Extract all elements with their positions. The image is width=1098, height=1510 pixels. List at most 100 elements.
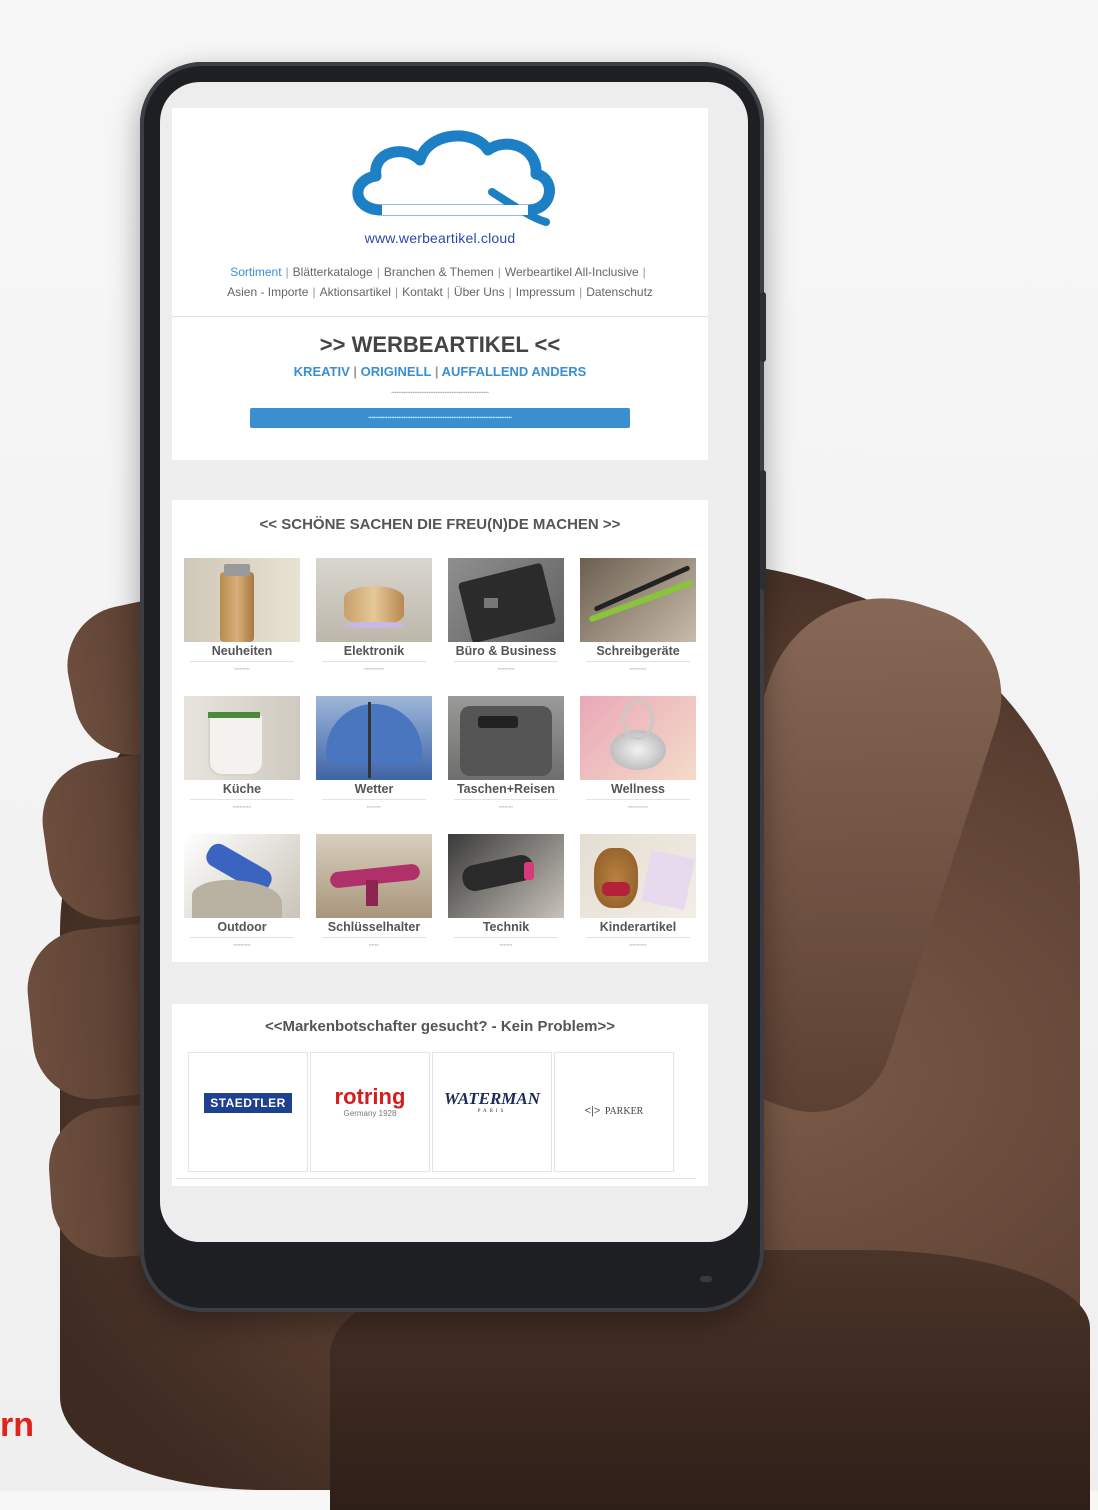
nav-item-sortiment[interactable]: Sortiment (230, 265, 281, 279)
nav-item-ueber-uns[interactable]: Über Uns (454, 285, 505, 299)
nav-item-impressum[interactable]: Impressum (516, 285, 575, 299)
category-image (316, 834, 432, 918)
brands-card: <<Markenbotschafter gesucht? - Kein Prob… (172, 1004, 708, 1186)
category-label: Technik (482, 920, 530, 934)
brand-waterman[interactable]: WATERMAN PARIS (432, 1052, 552, 1172)
divider (454, 799, 558, 800)
categories-card: << SCHÖNE SACHEN DIE FREU(N)DE MACHEN >>… (172, 500, 708, 962)
nav-row: Sortiment | Blätterkataloge | Branchen & The… (230, 265, 646, 279)
category-caption: ▪▪▪▪▪▪▪▪▪▪▪▪ (629, 942, 647, 947)
category-tile-outdoor[interactable]: Outdoor ▪▪▪▪▪▪▪▪▪▪▪▪ (184, 834, 300, 962)
divider (586, 661, 690, 662)
divider (322, 799, 426, 800)
hero-fineprint: ▪▪▪▪▪▪▪▪▪▪▪▪▪▪▪▪▪▪▪▪▪▪▪▪▪▪▪▪▪▪▪▪▪▪▪▪▪▪▪▪… (391, 390, 489, 396)
brand-logo: STAEDTLER (189, 1093, 307, 1113)
parker-arrow-icon: <|> (584, 1105, 601, 1117)
brand-sub: PARIS (477, 1109, 507, 1114)
category-tile-taschen-reisen[interactable]: Taschen+Reisen ▪▪▪▪▪▪▪▪▪▪ (448, 696, 564, 824)
divider (454, 937, 558, 938)
nav-row: Asien - Importe | Aktionsartikel | Kontakt | Ü… (227, 285, 653, 299)
nav-item-branchen[interactable]: Branchen & Themen (384, 265, 494, 279)
categories-title: << SCHÖNE SACHEN DIE FREU(N)DE MACHEN >> (259, 516, 621, 533)
category-tile-elektronik[interactable]: Elektronik ▪▪▪▪▪▪▪▪▪▪▪▪▪▪ (316, 558, 432, 686)
hero-title: >> WERBEARTIKEL << (319, 332, 561, 357)
divider (190, 661, 294, 662)
category-tile-wetter[interactable]: Wetter ▪▪▪▪▪▪▪▪▪▪ (316, 696, 432, 824)
category-tile-schluesselhalter[interactable]: Schlüsselhalter ▪▪▪▪▪▪▪ (316, 834, 432, 962)
category-label: Küche (222, 782, 262, 796)
divider (190, 937, 294, 938)
brand-name: WATERMAN (443, 1089, 541, 1108)
category-label: Outdoor (217, 920, 267, 934)
category-caption: ▪▪▪▪▪▪▪▪▪▪▪▪ (497, 666, 515, 671)
brand-name: STAEDTLER (204, 1093, 292, 1113)
category-caption: ▪▪▪▪▪▪▪▪▪▪▪▪ (233, 942, 251, 947)
category-label: Schreibgeräte (596, 644, 680, 658)
brand-name: rotring (334, 1084, 406, 1109)
category-caption: ▪▪▪▪▪▪▪▪▪▪▪▪▪▪ (628, 804, 648, 809)
phone-screen: www.werbeartikel.cloud Sortiment | Blätter… (160, 82, 748, 1242)
brands-title: <<Markenbotschafter gesucht? - Kein Prob… (264, 1018, 616, 1035)
hero-sub-originell: ORIGINELL (360, 364, 432, 379)
divider (322, 661, 426, 662)
brand-logo: rotring Germany 1928 (311, 1084, 429, 1119)
category-label: Büro & Business (455, 644, 557, 658)
brand-rotring[interactable]: rotring Germany 1928 (310, 1052, 430, 1172)
category-tile-kinderartikel[interactable]: Kinderartikel ▪▪▪▪▪▪▪▪▪▪▪▪ (580, 834, 696, 962)
brand-parker[interactable]: <|> PARKER (554, 1052, 674, 1172)
header-card: www.werbeartikel.cloud Sortiment | Blätter… (172, 108, 708, 460)
category-tile-buero-business[interactable]: Büro & Business ▪▪▪▪▪▪▪▪▪▪▪▪ (448, 558, 564, 686)
phone-side-button (760, 470, 766, 590)
category-image (580, 834, 696, 918)
hero-sub-anders: AUFFALLEND ANDERS (441, 364, 587, 379)
nav-item-aktionsartikel[interactable]: Aktionsartikel (320, 285, 391, 299)
nav-item-datenschutz[interactable]: Datenschutz (586, 285, 653, 299)
category-caption: ▪▪▪▪▪▪▪▪▪▪ (366, 804, 382, 809)
category-image (184, 696, 300, 780)
category-label: Neuheiten (211, 644, 273, 658)
category-image (580, 696, 696, 780)
divider (172, 316, 708, 317)
category-tile-kueche[interactable]: Küche ▪▪▪▪▪▪▪▪▪▪▪▪▪ (184, 696, 300, 824)
logo-url-text[interactable]: www.werbeartikel.cloud (172, 230, 708, 246)
corner-red-text: rn (0, 1406, 34, 1444)
category-caption: ▪▪▪▪▪▪▪▪▪ (499, 942, 513, 947)
category-image (448, 834, 564, 918)
phone-speaker (700, 1276, 712, 1282)
category-caption: ▪▪▪▪▪▪▪▪▪▪▪▪▪ (232, 804, 252, 809)
divider (190, 799, 294, 800)
divider (586, 937, 690, 938)
category-tile-technik[interactable]: Technik ▪▪▪▪▪▪▪▪▪ (448, 834, 564, 962)
brand-logo: <|> PARKER (555, 1101, 673, 1119)
brand-logo: WATERMAN PARIS (433, 1089, 551, 1114)
hero-sub-kreativ: KREATIV (293, 364, 350, 379)
nav-item-blaetterkataloge[interactable]: Blätterkataloge (293, 265, 373, 279)
nav-item-kontakt[interactable]: Kontakt (402, 285, 443, 299)
category-caption: ▪▪▪▪▪▪▪▪▪▪▪▪ (629, 666, 647, 671)
brand-row: STAEDTLER rotring Germany 1928 WATERMAN … (188, 1052, 676, 1172)
nav-item-all-inclusive[interactable]: Werbeartikel All-Inclusive (505, 265, 639, 279)
phone-side-button (760, 292, 766, 362)
hero-subtitle: KREATIV | ORIGINELL | AUFFALLEND ANDERS (172, 364, 708, 379)
hero-sep: | (434, 364, 439, 379)
brand-staedtler[interactable]: STAEDTLER (188, 1052, 308, 1172)
cloud-logo-icon[interactable] (342, 122, 562, 232)
category-tile-neuheiten[interactable]: Neuheiten ▪▪▪▪▪▪▪▪▪▪▪ (184, 558, 300, 686)
category-image (448, 558, 564, 642)
nav-item-asien-importe[interactable]: Asien - Importe (227, 285, 308, 299)
divider (176, 1178, 696, 1179)
divider (454, 661, 558, 662)
divider (586, 799, 690, 800)
brand-sub: Germany 1928 (343, 1109, 397, 1118)
category-label: Kinderartikel (599, 920, 677, 934)
category-caption: ▪▪▪▪▪▪▪▪▪▪ (498, 804, 514, 809)
category-label: Wetter (354, 782, 394, 796)
category-tile-wellness[interactable]: Wellness ▪▪▪▪▪▪▪▪▪▪▪▪▪▪ (580, 696, 696, 824)
category-image (316, 696, 432, 780)
category-label: Elektronik (343, 644, 405, 658)
category-image (448, 696, 564, 780)
category-tile-schreibgeraete[interactable]: Schreibgeräte ▪▪▪▪▪▪▪▪▪▪▪▪ (580, 558, 696, 686)
cookie-banner[interactable]: ▪▪▪▪▪▪▪▪▪▪▪▪▪▪▪▪▪▪▪▪▪▪▪▪▪▪▪▪▪▪▪▪▪▪▪▪▪▪▪▪… (250, 408, 630, 428)
category-caption: ▪▪▪▪▪▪▪ (369, 942, 379, 947)
category-caption: ▪▪▪▪▪▪▪▪▪▪▪ (234, 666, 250, 671)
